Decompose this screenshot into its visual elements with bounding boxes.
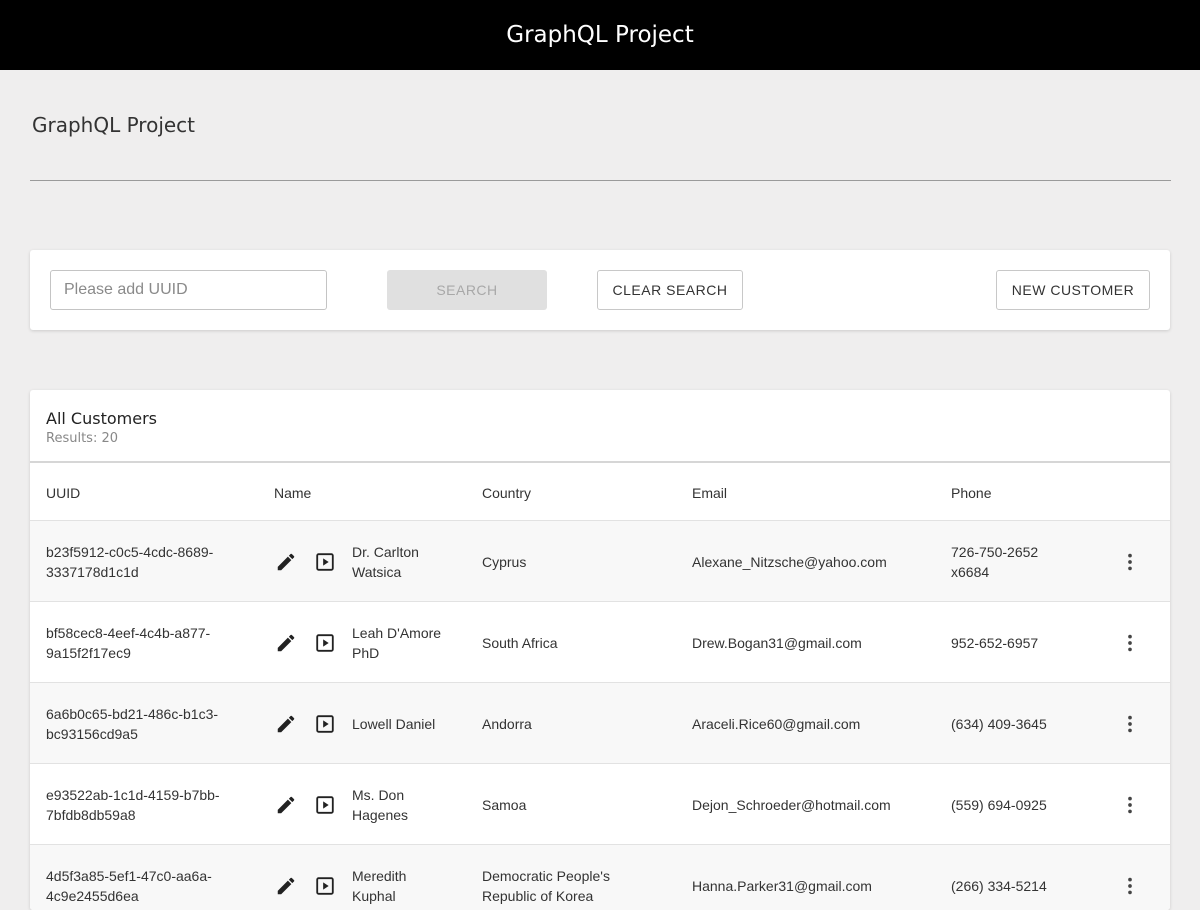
name-cell-line: Watsica: [352, 564, 402, 580]
search-card: SEARCH CLEAR SEARCH NEW CUSTOMER: [30, 250, 1170, 330]
results-count: Results: 20: [46, 431, 118, 446]
more-vert-icon[interactable]: [1118, 550, 1142, 574]
uuid-cell: 4d5f3a85-5ef1-47c0-aa6a- 4c9e2455d6ea: [46, 866, 246, 906]
phone-cell: 726-750-2652 x6684: [951, 542, 1071, 582]
phone-cell-line: x6684: [951, 564, 990, 580]
name-cell-line: Kuphal: [352, 888, 396, 904]
country-cell: Andorra: [482, 714, 672, 734]
country-cell-line: Republic of Korea: [482, 888, 594, 904]
more-vert-icon[interactable]: [1118, 631, 1142, 655]
column-header-name: Name: [274, 485, 312, 501]
uuid-cell: 6a6b0c65-bd21-486c-b1c3- bc93156cd9a5: [46, 704, 246, 744]
uuid-search-input[interactable]: [50, 270, 327, 310]
uuid-cell-line: 3337178d1c1d: [46, 564, 139, 580]
country-cell-line: Samoa: [482, 797, 527, 813]
table-row: 6a6b0c65-bd21-486c-b1c3- bc93156cd9a5 Low…: [30, 683, 1170, 764]
table-title: All Customers: [46, 409, 157, 428]
play-box-icon[interactable]: [313, 631, 337, 655]
country-cell: Cyprus: [482, 552, 672, 572]
phone-cell-line: (559) 694-0925: [951, 797, 1047, 813]
name-cell-line: Meredith: [352, 868, 407, 884]
column-header-country: Country: [482, 485, 532, 501]
email-cell: Drew.Bogan31@gmail.com: [692, 635, 862, 651]
uuid-cell-line: 4c9e2455d6ea: [46, 888, 139, 904]
phone-cell: (634) 409-3645: [951, 714, 1071, 734]
divider: [30, 180, 1171, 181]
phone-cell-line: (266) 334-5214: [951, 878, 1047, 894]
play-box-icon[interactable]: [313, 550, 337, 574]
pencil-icon[interactable]: [274, 550, 298, 574]
table-row: e93522ab-1c1d-4159-b7bb- 7bfdb8db59a8 Ms.…: [30, 764, 1170, 845]
name-cell-line: Dr. Carlton: [352, 544, 419, 560]
email-cell: Dejon_Schroeder@hotmail.com: [692, 797, 891, 813]
name-cell: Meredith Kuphal: [352, 866, 462, 906]
country-cell: South Africa: [482, 633, 672, 653]
pencil-icon[interactable]: [274, 712, 298, 736]
table-row: b23f5912-c0c5-4cdc-8689- 3337178d1c1d Dr.…: [30, 521, 1170, 602]
email-cell: Araceli.Rice60@gmail.com: [692, 716, 861, 732]
country-cell-line: Cyprus: [482, 554, 527, 570]
uuid-cell-line: 6a6b0c65-bd21-486c-b1c3-: [46, 706, 219, 722]
more-vert-icon[interactable]: [1118, 793, 1142, 817]
uuid-cell: b23f5912-c0c5-4cdc-8689- 3337178d1c1d: [46, 542, 246, 582]
name-cell: Ms. Don Hagenes: [352, 785, 462, 825]
column-header-uuid: UUID: [46, 485, 81, 501]
country-cell: Samoa: [482, 795, 672, 815]
name-cell: Lowell Daniel: [352, 714, 462, 734]
column-header-phone: Phone: [951, 485, 992, 501]
phone-cell-line: 726-750-2652: [951, 544, 1039, 560]
table-column-headers: UUID Name Country Email Phone: [30, 463, 1170, 521]
country-cell: Democratic People's Republic of Korea: [482, 866, 672, 906]
name-cell-line: Hagenes: [352, 807, 409, 823]
pencil-icon[interactable]: [274, 793, 298, 817]
play-box-icon[interactable]: [313, 793, 337, 817]
email-cell: Hanna.Parker31@gmail.com: [692, 878, 872, 894]
uuid-cell-line: 4d5f3a85-5ef1-47c0-aa6a-: [46, 868, 212, 884]
phone-cell: 952-652-6957: [951, 633, 1071, 653]
phone-cell-line: 952-652-6957: [951, 635, 1039, 651]
play-box-icon[interactable]: [313, 712, 337, 736]
email-cell: Alexane_Nitzsche@yahoo.com: [692, 554, 887, 570]
table-row: bf58cec8-4eef-4c4b-a877- 9a15f2f17ec9 Lea…: [30, 602, 1170, 683]
clear-search-button[interactable]: CLEAR SEARCH: [597, 270, 743, 310]
country-cell-line: South Africa: [482, 635, 558, 651]
new-customer-button[interactable]: NEW CUSTOMER: [996, 270, 1150, 310]
name-cell-line: PhD: [352, 645, 380, 661]
pencil-icon[interactable]: [274, 631, 298, 655]
page-title: GraphQL Project: [32, 113, 196, 137]
name-cell-line: Leah D'Amore: [352, 625, 442, 641]
table-header-section: All Customers Results: 20: [30, 390, 1170, 463]
phone-cell: (559) 694-0925: [951, 795, 1071, 815]
more-vert-icon[interactable]: [1118, 712, 1142, 736]
search-button[interactable]: SEARCH: [387, 270, 547, 310]
app-bar: GraphQL Project: [0, 0, 1200, 70]
country-cell-line: Democratic People's: [482, 868, 610, 884]
uuid-cell: bf58cec8-4eef-4c4b-a877- 9a15f2f17ec9: [46, 623, 246, 663]
table-row: 4d5f3a85-5ef1-47c0-aa6a- 4c9e2455d6ea Mer…: [30, 845, 1170, 910]
phone-cell: (266) 334-5214: [951, 876, 1071, 896]
country-cell-line: Andorra: [482, 716, 532, 732]
app-title: GraphQL Project: [506, 22, 694, 48]
phone-cell-line: (634) 409-3645: [951, 716, 1047, 732]
name-cell: Leah D'Amore PhD: [352, 623, 462, 663]
name-cell: Dr. Carlton Watsica: [352, 542, 462, 582]
uuid-cell-line: b23f5912-c0c5-4cdc-8689-: [46, 544, 214, 560]
uuid-cell-line: bf58cec8-4eef-4c4b-a877-: [46, 625, 211, 641]
name-cell-line: Lowell Daniel: [352, 716, 436, 732]
uuid-cell-line: bc93156cd9a5: [46, 726, 138, 742]
column-header-email: Email: [692, 485, 728, 501]
uuid-cell-line: 7bfdb8db59a8: [46, 807, 136, 823]
table-body: b23f5912-c0c5-4cdc-8689- 3337178d1c1d Dr.…: [30, 521, 1170, 910]
uuid-cell: e93522ab-1c1d-4159-b7bb- 7bfdb8db59a8: [46, 785, 246, 825]
uuid-cell-line: 9a15f2f17ec9: [46, 645, 131, 661]
play-box-icon[interactable]: [313, 874, 337, 898]
more-vert-icon[interactable]: [1118, 874, 1142, 898]
uuid-cell-line: e93522ab-1c1d-4159-b7bb-: [46, 787, 220, 803]
name-cell-line: Ms. Don: [352, 787, 405, 803]
customers-table-card: All Customers Results: 20 UUID Name Coun…: [30, 390, 1170, 910]
pencil-icon[interactable]: [274, 874, 298, 898]
